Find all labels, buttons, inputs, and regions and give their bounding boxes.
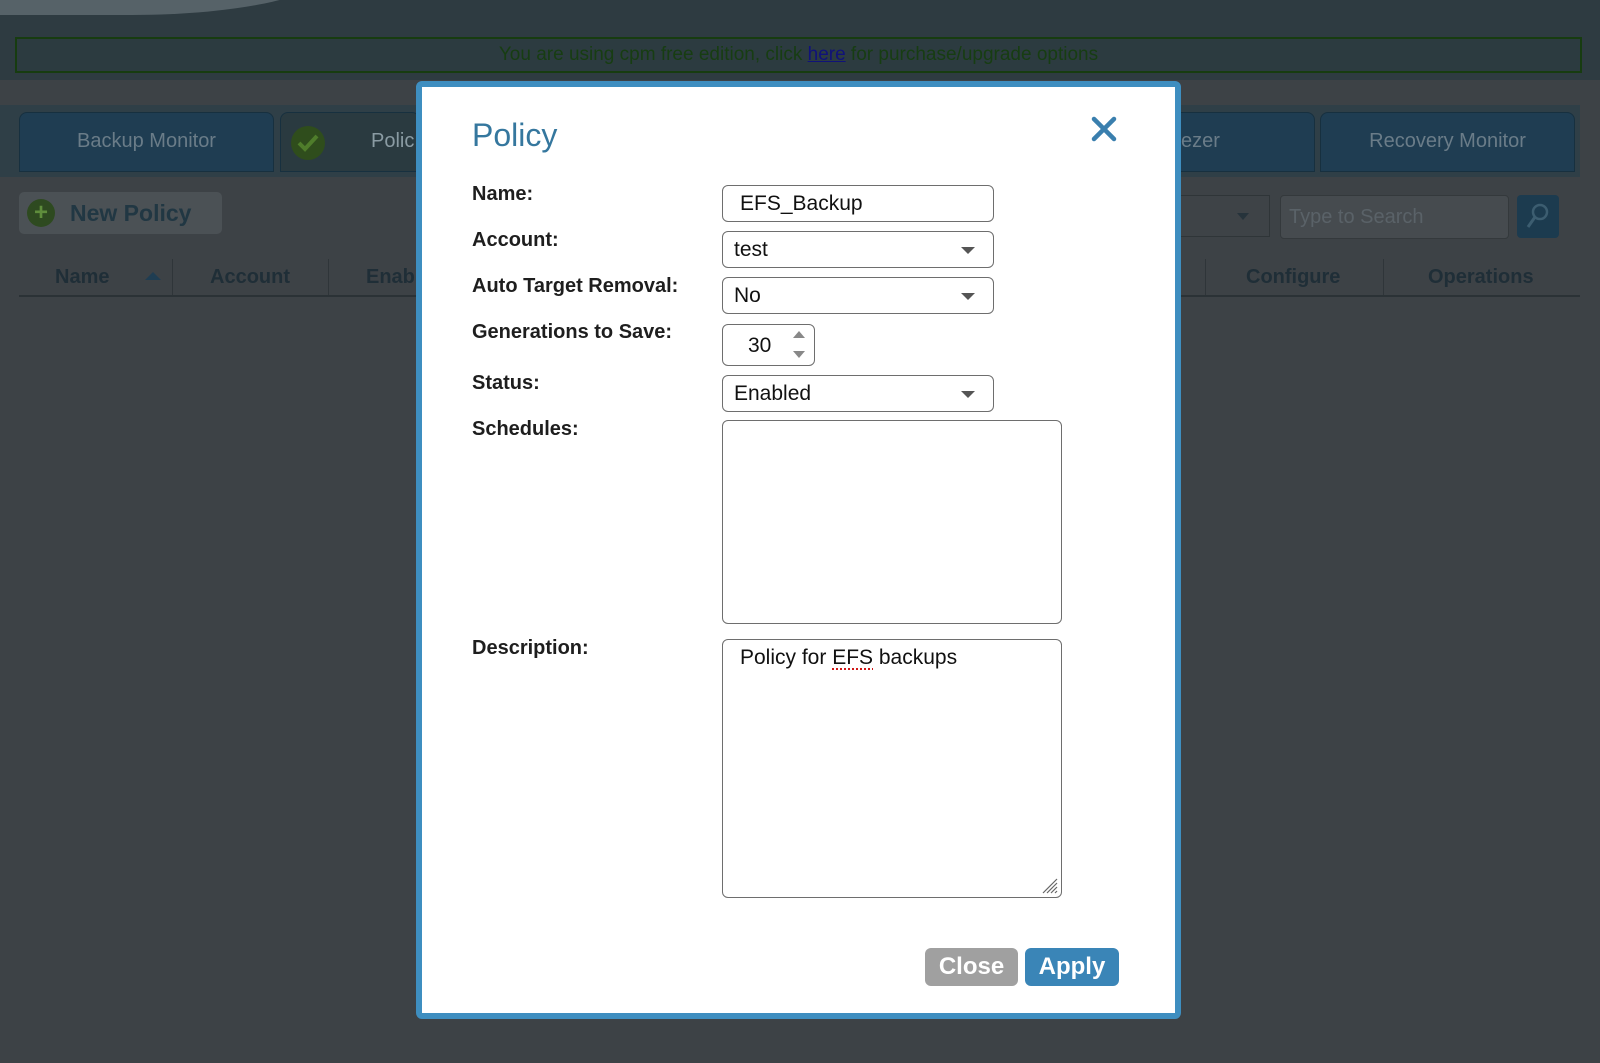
generations-value: 30	[748, 334, 772, 357]
tab-label: Polic	[371, 130, 415, 152]
checkmark-icon	[291, 126, 325, 160]
search-icon	[1526, 203, 1549, 228]
policy-dialog: Policy Name: EFS_Backup Account: test Au…	[416, 81, 1181, 1019]
search-placeholder: Type to Search	[1289, 206, 1424, 228]
edition-banner: You are using cpm free edition, click he…	[15, 37, 1582, 73]
resize-handle-icon[interactable]	[1037, 873, 1059, 895]
column-separator	[328, 259, 329, 296]
new-policy-label: New Policy	[70, 200, 192, 226]
column-header-operations[interactable]: Operations	[1428, 259, 1534, 296]
close-button[interactable]: Close	[925, 948, 1018, 986]
status-select[interactable]: Enabled	[722, 375, 994, 412]
status-label: Status:	[472, 372, 540, 394]
apply-button[interactable]: Apply	[1025, 948, 1119, 986]
tab-label: Backup Monitor	[77, 130, 216, 152]
banner-prefix: You are using cpm free edition, click	[498, 44, 808, 65]
column-separator	[1205, 259, 1206, 296]
tab-policies[interactable]: Polic	[280, 112, 420, 172]
new-policy-button[interactable]: + New Policy	[19, 192, 222, 234]
generations-stepper[interactable]: 30	[722, 324, 815, 366]
column-header-configure[interactable]: Configure	[1246, 259, 1340, 296]
dialog-title: Policy	[472, 117, 558, 153]
search-input[interactable]: Type to Search	[1280, 195, 1509, 239]
generations-label: Generations to Save:	[472, 321, 673, 343]
description-label: Description:	[472, 637, 589, 659]
column-separator	[1383, 259, 1384, 296]
description-text: Policy for EFS backups	[740, 646, 957, 670]
sort-ascending-icon[interactable]	[145, 272, 161, 280]
name-field[interactable]: EFS_Backup	[722, 185, 994, 222]
tab-label: Recovery Monitor	[1369, 130, 1526, 152]
status-value: Enabled	[734, 382, 812, 405]
x-icon	[1091, 116, 1117, 142]
search-button[interactable]	[1517, 195, 1559, 238]
name-value: EFS_Backup	[740, 192, 863, 215]
auto-target-removal-select[interactable]: No	[722, 277, 994, 314]
description-text-post: backups	[873, 646, 958, 669]
description-text-misspelled: EFS	[832, 646, 874, 669]
chevron-down-icon	[961, 293, 975, 300]
tab-recovery-monitor[interactable]: Recovery Monitor	[1320, 112, 1575, 172]
banner-suffix: for purchase/upgrade options	[845, 44, 1099, 65]
auto-target-removal-label: Auto Target Removal:	[472, 275, 679, 297]
account-label: Account:	[472, 229, 559, 251]
account-select[interactable]: test	[722, 231, 994, 268]
chevron-down-icon	[961, 247, 975, 254]
chevron-down-icon	[961, 391, 975, 398]
column-separator	[172, 259, 173, 296]
tab-backup-monitor[interactable]: Backup Monitor	[19, 112, 274, 172]
description-textarea[interactable]: Policy for EFS backups	[722, 639, 1062, 898]
close-dialog-button[interactable]	[1084, 109, 1124, 149]
description-text-pre: Policy for	[740, 646, 833, 669]
upgrade-link[interactable]: here	[808, 44, 846, 65]
tab-label: ezer	[1181, 130, 1220, 152]
account-value: test	[734, 238, 768, 261]
auto-target-removal-value: No	[734, 284, 761, 307]
name-label: Name:	[472, 183, 534, 205]
spin-down-icon[interactable]	[793, 351, 805, 358]
spin-up-icon[interactable]	[793, 331, 805, 338]
schedules-label: Schedules:	[472, 418, 579, 440]
plus-icon: +	[27, 199, 55, 227]
chevron-down-icon	[1237, 213, 1249, 220]
column-header-name[interactable]: Name	[55, 259, 109, 296]
column-header-enabled[interactable]: Enab	[366, 259, 415, 296]
column-header-account[interactable]: Account	[210, 259, 290, 296]
schedules-list[interactable]	[722, 420, 1062, 624]
